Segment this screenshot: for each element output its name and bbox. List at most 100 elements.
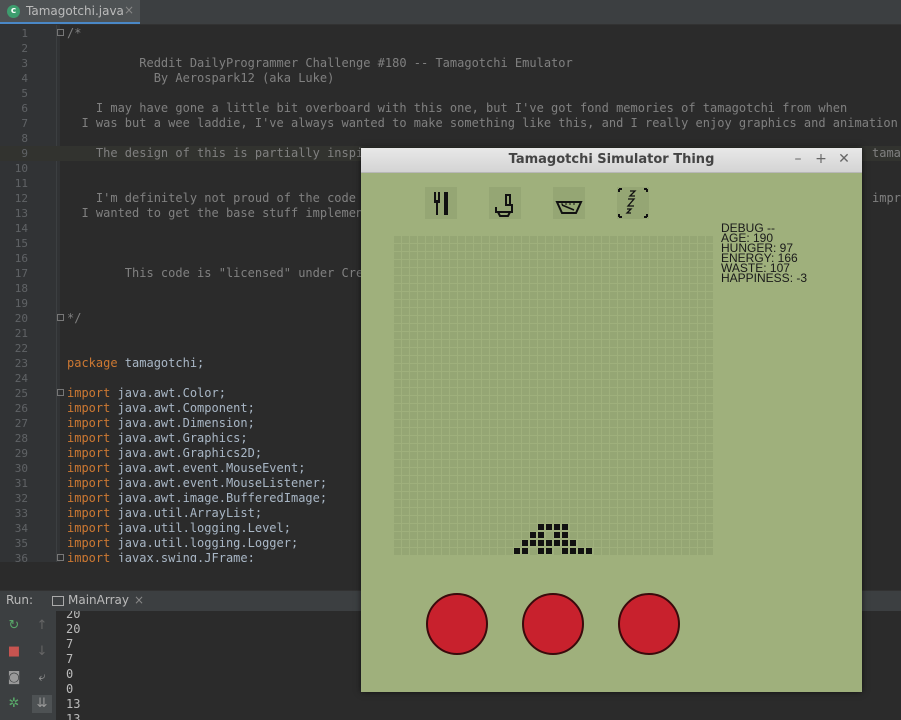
pet-pixel	[529, 531, 537, 539]
window-title-bar[interactable]: Tamagotchi Simulator Thing – + ✕	[361, 148, 862, 173]
console-line: 20	[66, 622, 81, 636]
pet-pixel	[537, 523, 545, 531]
code-text: Reddit DailyProgrammer Challenge #180 --…	[67, 56, 573, 70]
toilet-icon[interactable]	[489, 187, 521, 219]
line-number: 10	[14, 162, 28, 175]
debug-stats: DEBUG -- AGE: 190 HUNGER: 97 ENERGY: 166…	[721, 222, 807, 284]
down-arrow-icon[interactable]: ↓	[32, 643, 52, 661]
pet-pixel	[561, 539, 569, 547]
line-number: 36	[14, 552, 28, 562]
fork-knife-icon[interactable]	[425, 187, 457, 219]
close-button[interactable]: ✕	[835, 150, 853, 168]
line-number: 9	[21, 147, 28, 160]
line-number: 21	[14, 327, 28, 340]
line-number: 23	[14, 357, 28, 370]
line-number: 25	[14, 387, 28, 400]
code-text: import java.awt.Color;	[67, 386, 226, 400]
minimize-button[interactable]: –	[789, 150, 807, 168]
close-icon[interactable]: ×	[124, 3, 134, 17]
pet-pixel	[537, 531, 545, 539]
code-text: By Aerospark12 (aka Luke)	[67, 71, 335, 85]
soft-wrap-icon[interactable]: ⤶	[32, 669, 52, 687]
settings-icon[interactable]: ✲	[4, 695, 24, 713]
fold-marker-icon[interactable]	[57, 389, 64, 396]
editor-tab-tamagotchi[interactable]: c Tamagotchi.java ×	[0, 0, 140, 24]
code-text: /*	[67, 26, 82, 40]
pet-pixel	[537, 539, 545, 547]
scroll-to-end-icon[interactable]: ⇊	[32, 695, 52, 713]
line-number: 26	[14, 402, 28, 415]
fold-marker-icon[interactable]	[57, 29, 64, 36]
code-text: import javax.swing.JFrame;	[67, 551, 255, 562]
line-number: 16	[14, 252, 28, 265]
code-text: */	[67, 311, 82, 325]
java-class-icon: c	[7, 5, 20, 18]
console-line: 13	[66, 697, 81, 711]
line-number: 28	[14, 432, 28, 445]
pet-pixel	[553, 539, 561, 547]
red-button-right[interactable]	[618, 593, 680, 655]
code-line: 5	[0, 86, 901, 101]
run-tab-mainarray[interactable]: MainArray ×	[48, 591, 148, 611]
code-line: 7 I was but a wee laddie, I've always wa…	[0, 116, 901, 131]
code-text: import java.util.logging.Logger;	[67, 536, 299, 550]
code-text: import java.awt.Dimension;	[67, 416, 255, 430]
sleep-icon[interactable]	[617, 187, 649, 219]
pet-pixel	[585, 547, 593, 555]
line-number: 11	[14, 177, 28, 190]
code-line: 2	[0, 41, 901, 56]
pet-pixel	[553, 523, 561, 531]
pet-pixel	[561, 531, 569, 539]
pet-pixel	[513, 547, 521, 555]
stop-icon[interactable]: ■	[4, 643, 24, 661]
code-text: I wanted to get the base stuff implement	[67, 206, 371, 220]
code-text: import java.awt.event.MouseEvent;	[67, 461, 306, 475]
line-number: 24	[14, 372, 28, 385]
up-arrow-icon[interactable]: ↑	[32, 617, 52, 635]
close-icon[interactable]: ×	[134, 593, 144, 607]
line-number: 6	[21, 102, 28, 115]
line-number: 34	[14, 522, 28, 535]
line-number: 4	[21, 72, 28, 85]
line-number: 12	[14, 192, 28, 205]
code-text: I was but a wee laddie, I've always want…	[67, 116, 898, 130]
game-canvas: DEBUG -- AGE: 190 HUNGER: 97 ENERGY: 166…	[361, 173, 862, 692]
fold-marker-icon[interactable]	[57, 554, 64, 561]
code-line: 3 Reddit DailyProgrammer Challenge #180 …	[0, 56, 901, 71]
line-number: 3	[21, 57, 28, 70]
line-number: 33	[14, 507, 28, 520]
console-line: 13	[66, 712, 81, 720]
code-text-overflow: tama	[872, 146, 901, 160]
run-tab-label: MainArray	[68, 593, 129, 607]
rerun-icon[interactable]: ↻	[4, 617, 24, 635]
pet-pixel	[545, 547, 553, 555]
window-title: Tamagotchi Simulator Thing	[508, 152, 715, 167]
console-line: 7	[66, 637, 74, 651]
code-text: import java.awt.Component;	[67, 401, 255, 415]
line-number: 35	[14, 537, 28, 550]
pet-pixel	[577, 547, 585, 555]
pet-pixel	[545, 539, 553, 547]
code-line: 8	[0, 131, 901, 146]
pet-pixel	[537, 547, 545, 555]
red-button-middle[interactable]	[522, 593, 584, 655]
console-line: 0	[66, 682, 74, 696]
fold-marker-icon[interactable]	[57, 314, 64, 321]
line-number: 17	[14, 267, 28, 280]
editor-tab-bar: c Tamagotchi.java ×	[0, 0, 901, 25]
pet-pixel	[569, 547, 577, 555]
meter-icon[interactable]	[553, 187, 585, 219]
line-number: 8	[21, 132, 28, 145]
code-text: import java.util.ArrayList;	[67, 506, 263, 520]
line-number: 2	[21, 42, 28, 55]
maximize-button[interactable]: +	[812, 150, 830, 168]
pet-pixel	[553, 531, 561, 539]
line-number: 30	[14, 462, 28, 475]
lcd-pixel-grid	[393, 235, 713, 555]
code-text: import java.awt.event.MouseListener;	[67, 476, 328, 490]
code-text: I'm definitely not proud of the code i	[67, 191, 371, 205]
red-button-left[interactable]	[426, 593, 488, 655]
pet-pixel	[545, 523, 553, 531]
line-number: 5	[21, 87, 28, 100]
camera-icon[interactable]: ◙	[4, 669, 24, 687]
